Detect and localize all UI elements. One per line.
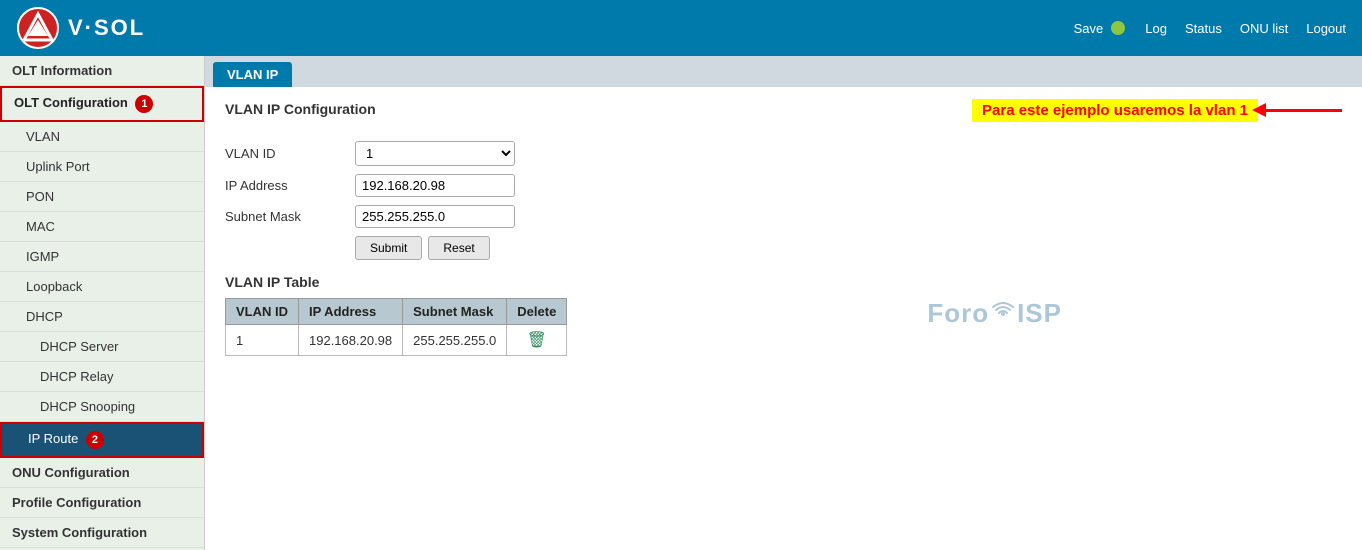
- logout-link[interactable]: Logout: [1306, 21, 1346, 36]
- status-indicator: [1111, 21, 1125, 35]
- layout: OLT Information OLT Configuration 1 VLAN…: [0, 56, 1362, 550]
- vlan-ip-table: VLAN ID IP Address Subnet Mask Delete 1 …: [225, 298, 567, 356]
- watermark-foro: Foro: [927, 298, 989, 329]
- save-area: Save: [1074, 21, 1126, 36]
- header: V·SOL Save Log Status ONU list Logout: [0, 0, 1362, 56]
- onu-list-link[interactable]: ONU list: [1240, 21, 1288, 36]
- table-title: VLAN IP Table: [225, 274, 1342, 290]
- ip-address-input[interactable]: [355, 174, 515, 197]
- vsol-logo-icon: [16, 6, 60, 50]
- sidebar-item-ip-route[interactable]: IP Route 2: [0, 422, 204, 458]
- ip-address-row: IP Address: [225, 174, 1342, 197]
- sidebar-item-dhcp-snooping[interactable]: DHCP Snooping: [0, 392, 204, 422]
- log-link[interactable]: Log: [1145, 21, 1167, 36]
- annotation-arrow: [1262, 109, 1342, 112]
- annotation-area: Para este ejemplo usaremos la vlan 1: [972, 99, 1342, 122]
- main-content: VLAN IP VLAN IP Configuration Para este …: [205, 56, 1362, 550]
- sidebar: OLT Information OLT Configuration 1 VLAN…: [0, 56, 205, 550]
- col-delete: Delete: [507, 299, 567, 325]
- cell-ip-address: 192.168.20.98: [299, 325, 403, 356]
- tab-vlan-ip[interactable]: VLAN IP: [213, 62, 292, 87]
- vlan-id-select[interactable]: 1: [355, 141, 515, 166]
- reset-button[interactable]: Reset: [428, 236, 489, 260]
- sidebar-item-dhcp-server[interactable]: DHCP Server: [0, 332, 204, 362]
- sidebar-item-profile-config[interactable]: Profile Configuration: [0, 488, 204, 518]
- logo-text: V·SOL: [68, 15, 145, 41]
- sidebar-item-olt-info[interactable]: OLT Information: [0, 56, 204, 86]
- sidebar-item-loopback[interactable]: Loopback: [0, 272, 204, 302]
- foroisp-watermark: Foro ISP: [927, 296, 1062, 330]
- col-ip-address: IP Address: [299, 299, 403, 325]
- vlan-id-row: VLAN ID 1: [225, 141, 1342, 166]
- save-label[interactable]: Save: [1074, 21, 1104, 36]
- subnet-mask-input[interactable]: [355, 205, 515, 228]
- tab-bar: VLAN IP: [205, 56, 1362, 87]
- subnet-mask-row: Subnet Mask: [225, 205, 1342, 228]
- vlan-id-label: VLAN ID: [225, 146, 345, 161]
- cell-vlan-id: 1: [226, 325, 299, 356]
- sidebar-item-dhcp-relay[interactable]: DHCP Relay: [0, 362, 204, 392]
- col-subnet-mask: Subnet Mask: [403, 299, 507, 325]
- content-area: VLAN IP Configuration Para este ejemplo …: [205, 87, 1362, 370]
- logo-area: V·SOL: [16, 6, 145, 50]
- sidebar-item-dhcp[interactable]: DHCP: [0, 302, 204, 332]
- subnet-mask-label: Subnet Mask: [225, 209, 345, 224]
- watermark-isp: ISP: [1017, 298, 1062, 329]
- watermark-wifi-icon: [989, 296, 1017, 324]
- sidebar-item-pon[interactable]: PON: [0, 182, 204, 212]
- badge-1: 1: [135, 95, 153, 113]
- table-row: 1 192.168.20.98 255.255.255.0 🗑: [226, 325, 567, 356]
- delete-button[interactable]: 🗑: [523, 330, 551, 350]
- status-link[interactable]: Status: [1185, 21, 1222, 36]
- cell-subnet-mask: 255.255.255.0: [403, 325, 507, 356]
- sidebar-item-onu-config[interactable]: ONU Configuration: [0, 458, 204, 488]
- badge-2: 2: [86, 431, 104, 449]
- header-nav: Log Status ONU list Logout: [1145, 21, 1346, 36]
- form-buttons: Submit Reset: [355, 236, 1342, 260]
- cell-delete[interactable]: 🗑: [507, 325, 567, 356]
- sidebar-item-uplink-port[interactable]: Uplink Port: [0, 152, 204, 182]
- submit-button[interactable]: Submit: [355, 236, 422, 260]
- annotation-text: Para este ejemplo usaremos la vlan 1: [972, 99, 1258, 122]
- ip-address-label: IP Address: [225, 178, 345, 193]
- sidebar-item-system-config[interactable]: System Configuration: [0, 518, 204, 548]
- header-right: Save Log Status ONU list Logout: [1074, 21, 1346, 36]
- sidebar-item-olt-config[interactable]: OLT Configuration 1: [0, 86, 204, 122]
- sidebar-item-vlan[interactable]: VLAN: [0, 122, 204, 152]
- section-title: VLAN IP Configuration: [225, 101, 376, 117]
- sidebar-item-mac[interactable]: MAC: [0, 212, 204, 242]
- sidebar-item-igmp[interactable]: IGMP: [0, 242, 204, 272]
- col-vlan-id: VLAN ID: [226, 299, 299, 325]
